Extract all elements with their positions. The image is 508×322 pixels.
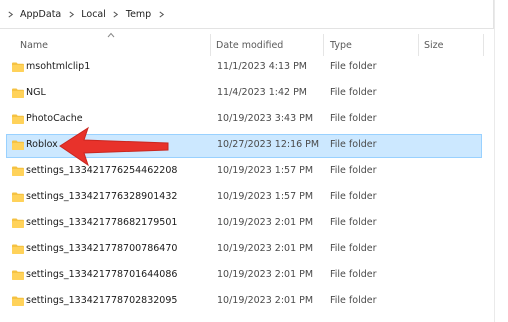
file-date: 10/19/2023 1:57 PM: [217, 165, 314, 176]
file-type: File folder: [330, 269, 377, 280]
breadcrumb-appdata[interactable]: AppData: [16, 9, 65, 20]
list-item[interactable]: settings_133421778700786470 10/19/2023 2…: [6, 238, 482, 262]
file-date: 10/19/2023 2:01 PM: [217, 269, 314, 280]
file-date: 10/19/2023 2:01 PM: [217, 243, 314, 254]
address-bar[interactable]: AppData Local Temp: [0, 0, 494, 29]
list-item[interactable]: NGL 11/4/2023 1:42 PM File folder: [6, 82, 482, 106]
file-date: 11/1/2023 4:13 PM: [217, 61, 308, 72]
file-date: 10/19/2023 2:01 PM: [217, 217, 314, 228]
red-arrow-icon: [59, 126, 169, 167]
folder-icon: [12, 140, 24, 150]
file-date: 11/4/2023 1:42 PM: [217, 87, 308, 98]
file-name: settings_133421778700786470: [26, 243, 178, 254]
list-item[interactable]: settings_133421778702832095 10/19/2023 2…: [6, 290, 482, 314]
list-item[interactable]: settings_133421776328901432 10/19/2023 1…: [6, 186, 482, 210]
folder-icon: [12, 218, 24, 228]
file-type: File folder: [330, 87, 377, 98]
column-divider[interactable]: [483, 34, 484, 56]
file-type: File folder: [330, 61, 377, 72]
file-type: File folder: [330, 113, 377, 124]
column-header-date[interactable]: Date modified: [216, 40, 283, 51]
folder-icon: [12, 88, 24, 98]
column-header-size[interactable]: Size: [424, 40, 444, 51]
column-header-name[interactable]: Name: [20, 40, 48, 51]
file-type: File folder: [330, 243, 377, 254]
file-name: settings_133421778682179501: [26, 217, 178, 228]
column-header: Name Date modified Type Size: [0, 34, 508, 56]
column-divider[interactable]: [210, 34, 211, 56]
file-type: File folder: [330, 191, 377, 202]
file-name: msohtmlclip1: [26, 61, 91, 72]
chevron-right-icon[interactable]: [110, 8, 122, 20]
file-name: settings_133421776328901432: [26, 191, 178, 202]
file-type: File folder: [330, 139, 377, 150]
column-divider[interactable]: [323, 34, 324, 56]
pane-edge: [494, 0, 495, 322]
file-name: settings_133421778701644086: [26, 269, 178, 280]
list-item[interactable]: settings_133421778682179501 10/19/2023 2…: [6, 212, 482, 236]
folder-icon: [12, 114, 24, 124]
address-bar-area: AppData Local Temp: [0, 0, 508, 30]
list-item[interactable]: settings_133421778701644086 10/19/2023 2…: [6, 264, 482, 288]
file-name: NGL: [26, 87, 46, 98]
column-header-type[interactable]: Type: [330, 40, 352, 51]
file-date: 10/19/2023 1:57 PM: [217, 191, 314, 202]
file-name: settings_133421778702832095: [26, 295, 178, 306]
file-type: File folder: [330, 295, 377, 306]
chevron-right-icon[interactable]: [65, 8, 77, 20]
file-type: File folder: [330, 217, 377, 228]
chevron-right-icon[interactable]: [4, 8, 16, 20]
file-type: File folder: [330, 165, 377, 176]
file-date: 10/19/2023 2:01 PM: [217, 295, 314, 306]
file-name: PhotoCache: [26, 113, 83, 124]
file-date: 10/27/2023 12:16 PM: [217, 139, 320, 150]
chevron-right-icon[interactable]: [155, 8, 167, 20]
folder-icon: [12, 296, 24, 306]
folder-icon: [12, 244, 24, 254]
folder-icon: [12, 62, 24, 72]
list-item[interactable]: msohtmlclip1 11/1/2023 4:13 PM File fold…: [6, 56, 482, 80]
folder-icon: [12, 192, 24, 202]
column-divider[interactable]: [418, 34, 419, 56]
breadcrumb-temp[interactable]: Temp: [122, 9, 155, 20]
folder-icon: [12, 270, 24, 280]
folder-icon: [12, 166, 24, 176]
breadcrumb-local[interactable]: Local: [77, 9, 110, 20]
file-name: Roblox: [26, 139, 58, 150]
file-date: 10/19/2023 3:43 PM: [217, 113, 314, 124]
